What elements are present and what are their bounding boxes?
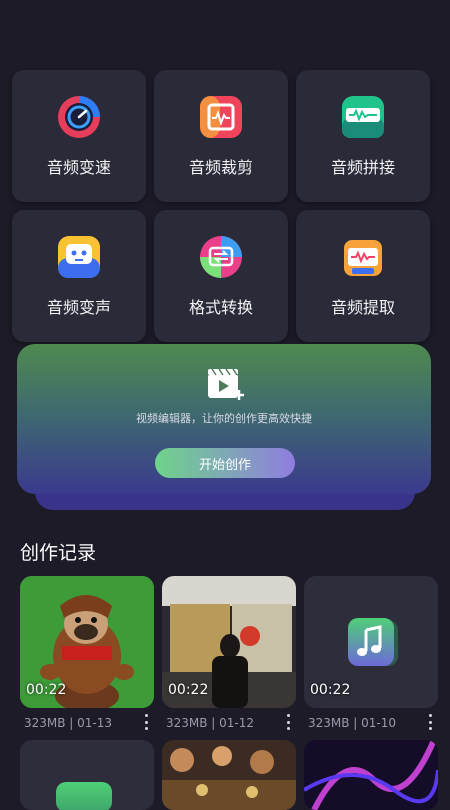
tool-label: 音频变速: [46, 158, 111, 177]
start-create-button[interactable]: 开始创作: [155, 448, 295, 478]
record-meta: 323MB | 01-12: [166, 716, 255, 730]
duration-label: 00:22: [26, 682, 67, 698]
tool-audio-extract[interactable]: 音频提取: [296, 210, 430, 342]
dog-costume-thumbnail[interactable]: 00:22: [20, 576, 154, 708]
tool-label: 音频裁剪: [188, 158, 253, 177]
tool-label: 格式转换: [188, 298, 253, 317]
splice-audio-icon: [340, 94, 386, 140]
tool-voice-change[interactable]: 音频变声: [12, 210, 146, 342]
more-options-icon[interactable]: [426, 714, 434, 730]
tool-audio-speed[interactable]: 音频变速: [12, 70, 146, 202]
tool-audio-splice[interactable]: 音频拼接: [296, 70, 430, 202]
video-editor-banner[interactable]: 视频编辑器，让你的创作更高效快捷 开始创作: [17, 344, 431, 494]
speed-dial-icon: [56, 94, 102, 140]
banner-description: 视频编辑器，让你的创作更高效快捷: [136, 412, 312, 425]
extract-audio-icon: [340, 234, 386, 280]
record-card[interactable]: 00:22 323MB | 01-13: [20, 576, 154, 736]
street-person-thumbnail[interactable]: 00:22: [162, 576, 296, 708]
music-note-icon: [346, 616, 402, 676]
more-options-icon[interactable]: [142, 714, 150, 730]
tool-audio-crop[interactable]: 音频裁剪: [154, 70, 288, 202]
tool-format-convert[interactable]: 格式转换: [154, 210, 288, 342]
record-card[interactable]: 00:22 323MB | 01-10: [304, 576, 438, 736]
tool-label: 音频拼接: [330, 158, 395, 177]
more-options-icon[interactable]: [284, 714, 292, 730]
duration-label: 00:22: [310, 682, 351, 698]
tool-label: 音频提取: [330, 298, 395, 317]
voice-change-robot-icon: [56, 234, 102, 280]
records-list: 00:22 323MB | 01-13 00:22 323MB | 01-12: [20, 576, 438, 736]
record-meta: 323MB | 01-10: [308, 716, 397, 730]
format-convert-icon: [198, 234, 244, 280]
crop-audio-icon: [198, 94, 244, 140]
audio-thumbnail[interactable]: 00:22: [304, 576, 438, 708]
record-card[interactable]: 00:22 323MB | 01-12: [162, 576, 296, 736]
music-note-icon: [56, 782, 112, 810]
tool-label: 音频变声: [46, 298, 111, 317]
video-add-icon: [207, 368, 245, 402]
section-title: 创作记录: [20, 542, 97, 564]
tool-grid: 音频变速 音频裁剪 音频拼接 音频变声 格式转换 音频提取: [12, 70, 432, 342]
record-meta: 323MB | 01-13: [24, 716, 113, 730]
duration-label: 00:22: [168, 682, 209, 698]
